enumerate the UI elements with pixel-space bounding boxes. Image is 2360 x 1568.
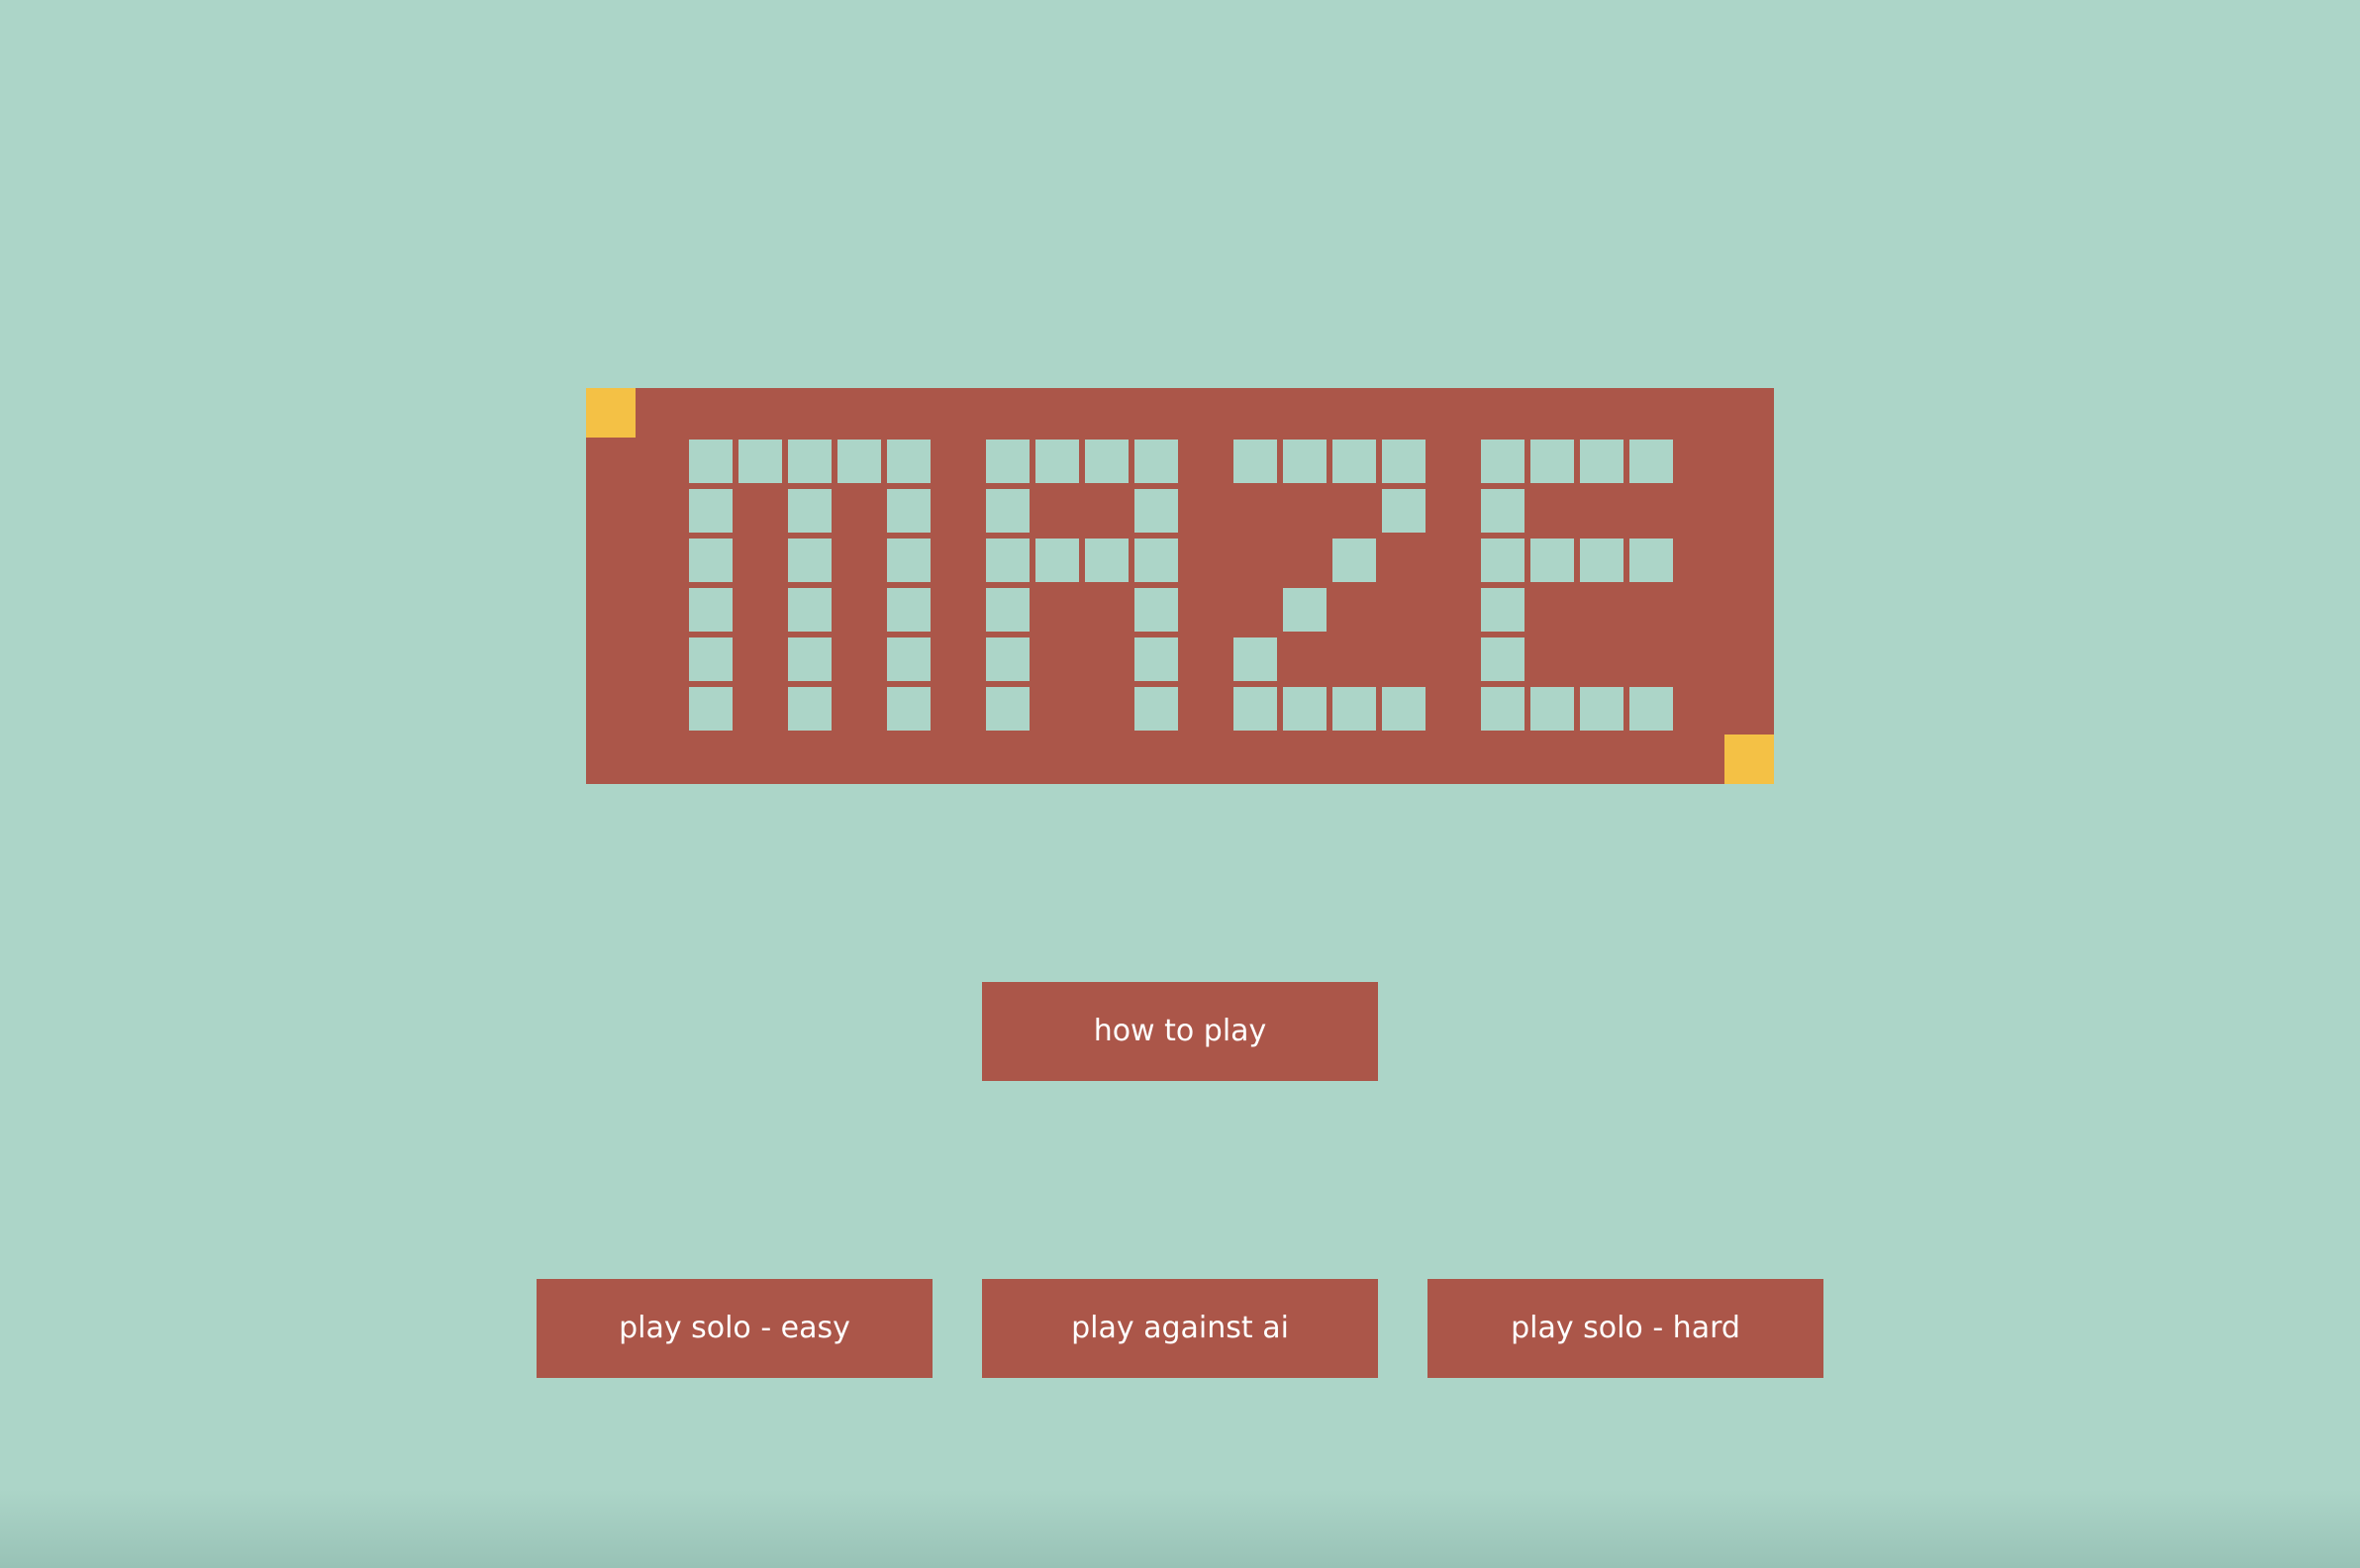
logo-cell-a [1134, 489, 1178, 533]
logo-cell-m [788, 539, 832, 582]
logo-cell-e [1629, 440, 1673, 483]
logo-cell-a [1035, 440, 1079, 483]
maze-logo [586, 388, 1774, 784]
logo-cell-e [1530, 539, 1574, 582]
logo-cell-a [986, 440, 1030, 483]
logo-cell-e [1629, 687, 1673, 731]
logo-cell-a [986, 588, 1030, 632]
logo-cell-z [1382, 489, 1426, 533]
logo-cell-a [1134, 588, 1178, 632]
logo-cell-z [1233, 687, 1277, 731]
logo-cell-e [1481, 440, 1524, 483]
logo-cell-e [1580, 539, 1623, 582]
logo-cell-z [1283, 440, 1327, 483]
logo-cell-a [1134, 637, 1178, 681]
logo-cell-z [1382, 687, 1426, 731]
logo-cell-m [887, 489, 931, 533]
logo-cell-m [837, 440, 881, 483]
logo-cell-m [788, 440, 832, 483]
logo-cell-m [788, 489, 832, 533]
logo-cell-a [986, 687, 1030, 731]
logo-cell-z [1332, 687, 1376, 731]
play-solo-easy-button[interactable]: play solo - easy [537, 1279, 933, 1378]
logo-cell-z [1283, 687, 1327, 731]
logo-cell-e [1481, 539, 1524, 582]
how-to-play-button[interactable]: how to play [982, 982, 1378, 1081]
logo-cell-m [689, 687, 733, 731]
logo-cell-a [986, 489, 1030, 533]
logo-cell-m [788, 588, 832, 632]
logo-cell-m [788, 687, 832, 731]
logo-cell-z [1332, 539, 1376, 582]
logo-cell-a [1085, 440, 1129, 483]
logo-cell-a [1134, 440, 1178, 483]
logo-cell-a [1134, 687, 1178, 731]
logo-cell-a [986, 539, 1030, 582]
logo-cell-e [1530, 440, 1574, 483]
logo-cell-e [1530, 687, 1574, 731]
logo-cell-z [1233, 637, 1277, 681]
logo-cell-m [689, 637, 733, 681]
logo-cell-z [1382, 440, 1426, 483]
logo-cell-z [1233, 440, 1277, 483]
logo-cell-m [738, 440, 782, 483]
logo-cell-e [1580, 687, 1623, 731]
logo-cell-a [1085, 539, 1129, 582]
logo-cell-m [689, 539, 733, 582]
end-marker [1724, 735, 1774, 784]
logo-cell-z [1283, 588, 1327, 632]
logo-cell-m [689, 489, 733, 533]
logo-cell-a [1134, 539, 1178, 582]
logo-cell-m [689, 440, 733, 483]
logo-cell-m [788, 637, 832, 681]
logo-cell-m [887, 539, 931, 582]
logo-cell-e [1481, 489, 1524, 533]
play-against-ai-button[interactable]: play against ai [982, 1279, 1378, 1378]
play-solo-hard-button[interactable]: play solo - hard [1427, 1279, 1823, 1378]
logo-cell-e [1481, 637, 1524, 681]
logo-cell-m [887, 588, 931, 632]
start-marker [586, 388, 636, 438]
logo-cell-e [1629, 539, 1673, 582]
logo-cell-m [887, 440, 931, 483]
logo-cell-m [887, 687, 931, 731]
logo-cell-z [1332, 440, 1376, 483]
logo-cell-e [1481, 588, 1524, 632]
logo-cell-e [1580, 440, 1623, 483]
logo-cell-a [1035, 539, 1079, 582]
logo-cell-e [1481, 687, 1524, 731]
bottom-shadow [0, 1489, 2360, 1568]
logo-cell-m [887, 637, 931, 681]
logo-cell-a [986, 637, 1030, 681]
logo-cell-m [689, 588, 733, 632]
